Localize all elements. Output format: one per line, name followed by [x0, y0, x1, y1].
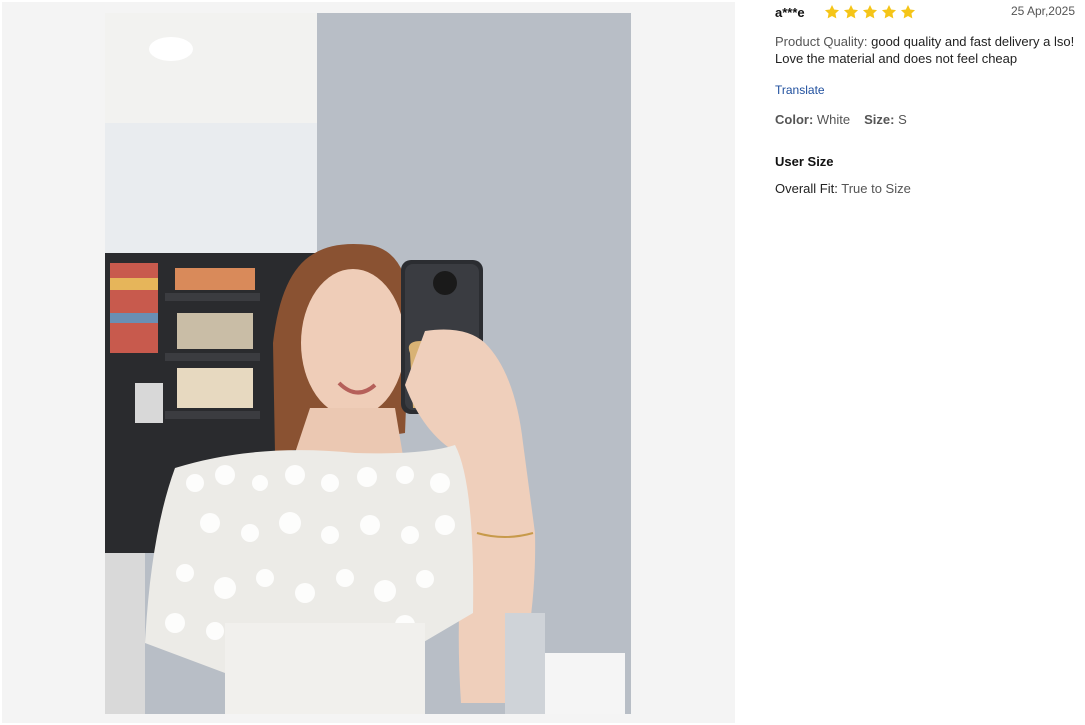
user-size-title: User Size: [775, 154, 834, 169]
size-label: Size:: [864, 112, 895, 127]
reviewer-name: a***e: [775, 5, 805, 20]
star-icon: [881, 4, 897, 19]
star-rating: [824, 4, 916, 20]
star-icon: [862, 4, 878, 19]
star-icon: [843, 4, 859, 19]
translate-link[interactable]: Translate: [775, 83, 825, 97]
color-value: White: [816, 112, 851, 127]
review-photo[interactable]: [105, 13, 631, 714]
review-comment: Product Quality: good quality and fast d…: [775, 33, 1075, 67]
size-value: S: [898, 112, 907, 127]
image-viewer: [2, 2, 735, 723]
overall-fit: Overall Fit: True to Size: [775, 181, 911, 196]
fit-label: Overall Fit:: [775, 181, 838, 196]
review-date: 25 Apr,2025: [1010, 4, 1075, 18]
star-icon: [824, 4, 840, 19]
star-icon: [900, 4, 916, 19]
product-attributes: Color: White Size: S: [775, 112, 907, 127]
color-label: Color:: [775, 112, 814, 127]
review-header: a***e 25 Apr,2025: [775, 2, 1075, 22]
fit-value: True to Size: [841, 181, 911, 196]
review-photo-art: [105, 13, 631, 714]
comment-label: Product Quality:: [775, 34, 868, 49]
